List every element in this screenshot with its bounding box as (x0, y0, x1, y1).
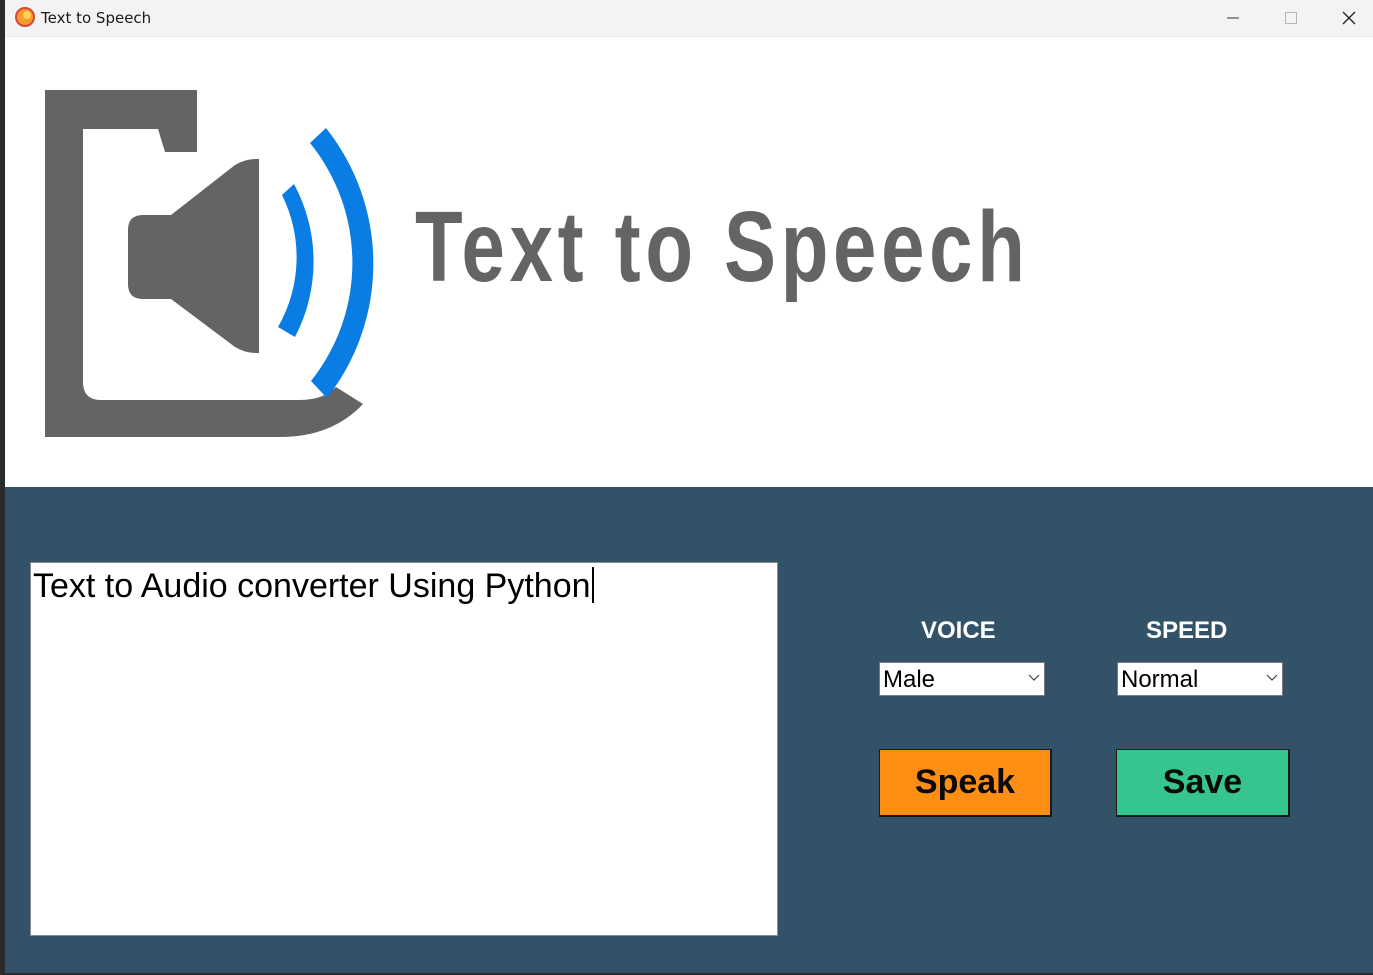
minimize-icon (1227, 17, 1239, 19)
speak-button[interactable]: Speak (879, 749, 1052, 817)
text-input-content: Text to Audio converter Using Python (33, 567, 594, 606)
save-button[interactable]: Save (1116, 749, 1290, 817)
maximize-icon (1285, 12, 1297, 24)
voice-label: VOICE (921, 617, 996, 644)
logo-banner: Text to Speech (5, 37, 1373, 487)
app-icon (15, 7, 35, 27)
logo-title: Text to Speech (415, 191, 1030, 303)
speaker-sound-wave-icon (45, 90, 374, 437)
speed-select-value: Normal (1121, 666, 1199, 693)
chevron-down-icon (1028, 674, 1040, 681)
text-input-value: Text to Audio converter Using Python (33, 567, 591, 605)
window-title: Text to Speech (41, 9, 152, 27)
speed-label: SPEED (1146, 617, 1228, 644)
maximize-button[interactable] (1262, 0, 1320, 36)
app-window: Text to Speech Text to Speech Text to Au… (5, 0, 1373, 973)
controls-panel: Text to Audio converter Using Python VOI… (5, 487, 1373, 973)
voice-select[interactable]: Male (879, 662, 1045, 696)
speed-select[interactable]: Normal (1117, 662, 1283, 696)
chevron-down-icon (1266, 674, 1278, 681)
text-input-area[interactable]: Text to Audio converter Using Python (30, 562, 778, 936)
close-icon (1342, 11, 1356, 25)
title-bar: Text to Speech (5, 0, 1373, 37)
close-button[interactable] (1320, 0, 1373, 36)
text-caret (591, 567, 594, 603)
voice-select-value: Male (883, 666, 936, 693)
minimize-button[interactable] (1204, 0, 1262, 36)
